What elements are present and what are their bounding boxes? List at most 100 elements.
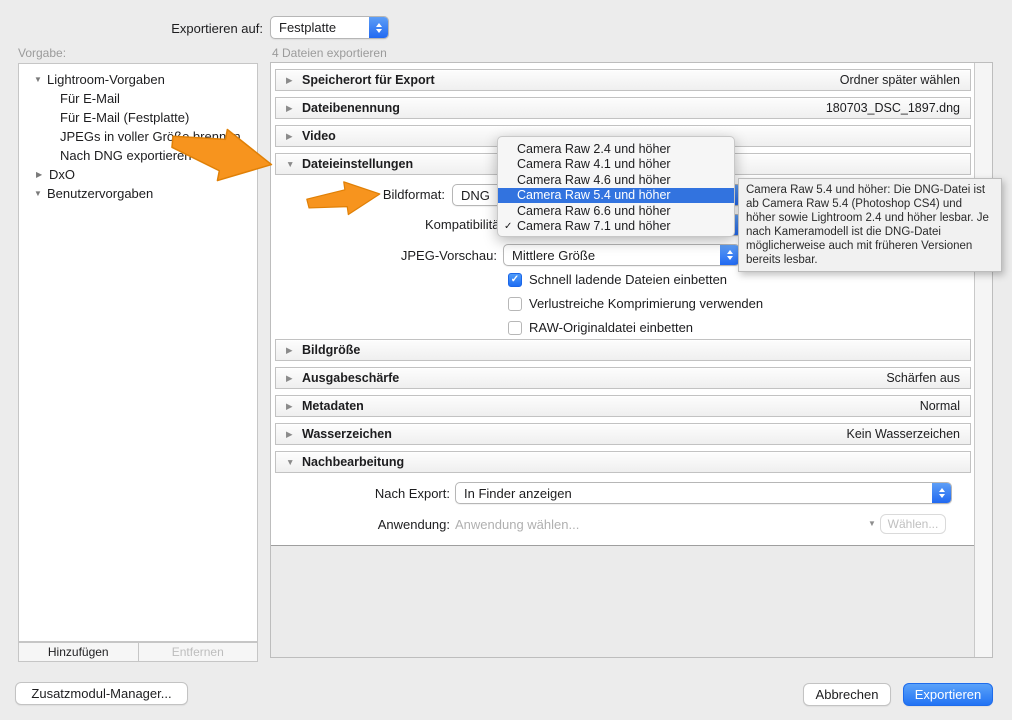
sidebar-item-lightroom-vorgaben[interactable]: ▼ Lightroom-Vorgaben: [19, 70, 257, 89]
section-summary: Kein Wasserzeichen: [846, 427, 960, 441]
section-summary: Schärfen aus: [886, 371, 960, 385]
tree-label: Lightroom-Vorgaben: [47, 72, 165, 87]
add-preset-button[interactable]: Hinzufügen: [19, 643, 138, 661]
plugin-manager-button[interactable]: Zusatzmodul-Manager...: [15, 682, 188, 705]
tree-label: Für E-Mail: [60, 91, 120, 106]
stepper-icon[interactable]: [932, 483, 951, 503]
disclosure-closed-icon: ▶: [286, 102, 293, 113]
section-dateibenennung[interactable]: ▶ Dateibenennung 180703_DSC_1897.dng: [275, 97, 971, 119]
tree-label: Für E-Mail (Festplatte): [60, 110, 190, 125]
export-dialog: Exportieren auf: Festplatte 4 Dateien ex…: [0, 0, 1012, 720]
application-label: Anwendung:: [377, 517, 450, 532]
section-metadaten[interactable]: ▶ Metadaten Normal: [275, 395, 971, 417]
disclosure-open-icon[interactable]: ▼: [34, 189, 47, 198]
section-title: Bildgröße: [302, 343, 361, 357]
stepper-up-icon: [938, 488, 945, 492]
jpeg-preview-select[interactable]: Mittlere Größe: [503, 244, 740, 266]
menu-item-camera-raw-5-4[interactable]: Camera Raw 5.4 und höher: [498, 187, 734, 203]
application-placeholder: Anwendung wählen...: [455, 517, 580, 532]
checkmark-icon: ✓: [510, 274, 520, 285]
section-wasserzeichen[interactable]: ▶ Wasserzeichen Kein Wasserzeichen: [275, 423, 971, 445]
disclosure-closed-icon: ▶: [286, 400, 293, 411]
fast-load-checkbox-row: ✓ Schnell ladende Dateien einbetten: [508, 272, 727, 287]
menu-item-label: Camera Raw 7.1 und höher: [517, 219, 671, 234]
panel-empty-area: [271, 545, 975, 657]
disclosure-open-icon[interactable]: ▼: [34, 75, 47, 84]
disclosure-open-icon: ▼: [286, 457, 295, 467]
annotation-arrow-large-icon: [171, 128, 273, 182]
lossy-compression-checkbox-row: Verlustreiche Komprimierung verwenden: [508, 296, 763, 311]
compatibility-menu: Camera Raw 2.4 und höher Camera Raw 4.1 …: [497, 136, 735, 237]
section-title: Dateieinstellungen: [302, 157, 414, 171]
stepper-up-icon: [726, 250, 733, 254]
remove-preset-button[interactable]: Entfernen: [137, 643, 258, 661]
section-ausgabeschaerfe[interactable]: ▶ Ausgabeschärfe Schärfen aus: [275, 367, 971, 389]
disclosure-closed-icon: ▶: [286, 130, 293, 141]
choose-application-button[interactable]: Wählen...: [880, 514, 946, 534]
section-summary: Ordner später wählen: [839, 73, 960, 87]
section-title: Video: [302, 129, 336, 143]
section-speicherort[interactable]: ▶ Speicherort für Export Ordner später w…: [275, 69, 971, 91]
presets-heading: Vorgabe:: [18, 46, 67, 60]
section-title: Nachbearbeitung: [302, 455, 405, 469]
stepper-icon[interactable]: [369, 17, 388, 38]
menu-item-camera-raw-6-6[interactable]: Camera Raw 6.6 und höher: [498, 203, 734, 219]
cancel-button[interactable]: Abbrechen: [803, 683, 891, 706]
checkbox-checked[interactable]: ✓: [508, 272, 522, 287]
after-export-value: In Finder anzeigen: [464, 485, 572, 501]
jpeg-preview-label: JPEG-Vorschau:: [400, 248, 497, 263]
menu-item-camera-raw-4-1[interactable]: Camera Raw 4.1 und höher: [498, 157, 734, 173]
sidebar-item-fuer-email-festplatte[interactable]: Für E-Mail (Festplatte): [19, 108, 257, 127]
sidebar-item-fuer-email[interactable]: Für E-Mail: [19, 89, 257, 108]
stepper-up-icon: [375, 22, 382, 27]
menu-item-label: Camera Raw 4.6 und höher: [517, 172, 671, 187]
preset-buttons: Hinzufügen Entfernen: [18, 642, 258, 662]
menu-item-label: Camera Raw 5.4 und höher: [517, 188, 671, 203]
section-title: Ausgabeschärfe: [302, 371, 400, 385]
stepper-icon[interactable]: [720, 245, 739, 265]
disclosure-closed-icon: ▶: [286, 428, 293, 439]
section-bildgroesse[interactable]: ▶ Bildgröße: [275, 339, 971, 361]
menu-item-camera-raw-4-6[interactable]: Camera Raw 4.6 und höher: [498, 172, 734, 188]
after-export-select[interactable]: In Finder anzeigen: [455, 482, 952, 504]
checkbox-label: RAW-Originaldatei einbetten: [529, 320, 694, 335]
disclosure-closed-icon[interactable]: ▶: [36, 170, 49, 179]
menu-item-label: Camera Raw 4.1 und höher: [517, 157, 671, 172]
jpeg-preview-value: Mittlere Größe: [512, 247, 596, 263]
disclosure-closed-icon: ▶: [286, 344, 293, 355]
section-nachbearbeitung[interactable]: ▼ Nachbearbeitung: [275, 451, 971, 473]
menu-item-label: Camera Raw 2.4 und höher: [517, 141, 671, 156]
export-button[interactable]: Exportieren: [903, 683, 993, 706]
checkbox-unchecked[interactable]: [508, 296, 522, 311]
section-title: Dateibenennung: [302, 101, 400, 115]
export-to-select[interactable]: Festplatte: [270, 16, 389, 39]
checkbox-unchecked[interactable]: [508, 320, 522, 335]
menu-item-camera-raw-2-4[interactable]: Camera Raw 2.4 und höher: [498, 141, 734, 157]
files-summary: 4 Dateien exportieren: [272, 46, 387, 60]
post-processing-content: Nach Export: In Finder anzeigen Anwendun…: [271, 479, 975, 545]
export-to-value: Festplatte: [279, 20, 337, 35]
section-title: Wasserzeichen: [302, 427, 392, 441]
stepper-down-icon: [375, 28, 382, 33]
stepper-down-icon: [938, 494, 945, 498]
annotation-arrow-small-icon: [306, 181, 381, 216]
compatibility-label: Kompatibilität:: [425, 217, 507, 232]
disclosure-closed-icon: ▶: [286, 372, 293, 383]
checkmark-icon: ✓: [504, 220, 513, 232]
section-summary: 180703_DSC_1897.dng: [825, 101, 960, 115]
checkbox-label: Schnell ladende Dateien einbetten: [529, 272, 728, 287]
section-title: Speicherort für Export: [302, 73, 435, 87]
scrollbar-track[interactable]: [974, 63, 992, 657]
tree-label: DxO: [49, 167, 75, 182]
menu-item-camera-raw-7-1[interactable]: ✓ Camera Raw 7.1 und höher: [498, 219, 734, 235]
section-summary: Normal: [919, 399, 960, 413]
checkbox-label: Verlustreiche Komprimierung verwenden: [529, 296, 764, 311]
embed-raw-checkbox-row: RAW-Originaldatei einbetten: [508, 320, 693, 335]
disclosure-closed-icon: ▶: [286, 74, 293, 85]
after-export-label: Nach Export:: [374, 486, 450, 501]
section-title: Metadaten: [302, 399, 364, 413]
tree-label: Benutzervorgaben: [47, 186, 154, 201]
application-dropdown-icon[interactable]: ▼: [868, 519, 876, 528]
menu-item-label: Camera Raw 6.6 und höher: [517, 203, 671, 218]
export-to-label: Exportieren auf:: [171, 21, 263, 36]
